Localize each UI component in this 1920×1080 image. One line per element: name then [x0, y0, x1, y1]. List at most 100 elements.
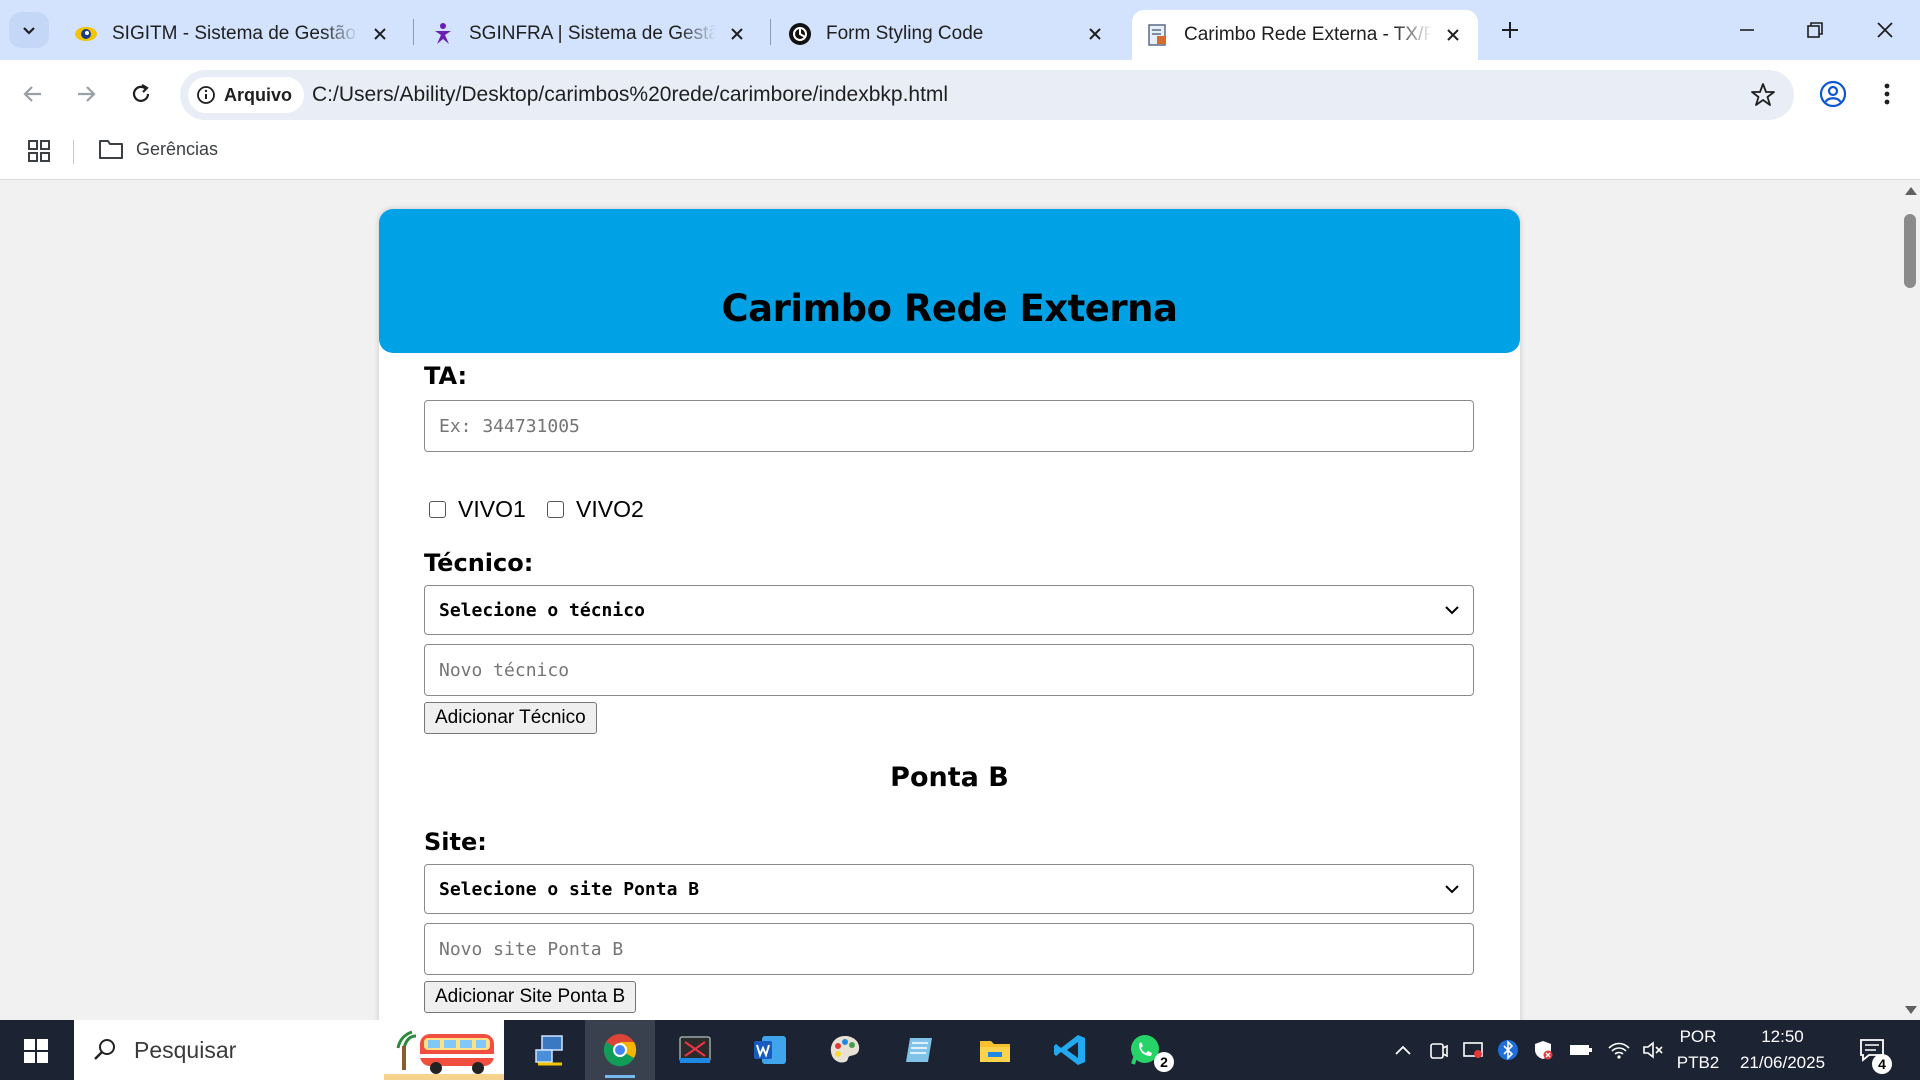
profile-button[interactable]: [1813, 74, 1853, 114]
novo-site-input[interactable]: Novo site Ponta B: [424, 923, 1474, 975]
vivo2-checkbox[interactable]: VIVO2: [547, 496, 644, 523]
browser-toolbar: Arquivo C:/Users/Ability/Desktop/carimbo…: [0, 60, 1920, 128]
taskbar-app-chrome[interactable]: [585, 1020, 655, 1080]
taskbar-app-notepad[interactable]: [885, 1020, 955, 1080]
kebab-menu-icon: [1884, 83, 1890, 105]
vscode-icon: [1054, 1035, 1085, 1065]
search-icon: [92, 1037, 118, 1063]
new-tab-button[interactable]: [1494, 14, 1526, 46]
forward-button[interactable]: [66, 74, 106, 114]
bookmark-label: Gerências: [136, 138, 219, 159]
tab-sginfra[interactable]: SGINFRA | Sistema de Gestão de Infra: [417, 10, 762, 58]
menu-button[interactable]: [1867, 74, 1907, 114]
bookmark-folder-gerencias[interactable]: Gerências: [98, 138, 218, 160]
reload-icon: [132, 84, 150, 102]
tecnico-select[interactable]: Selecione o técnico: [424, 585, 1474, 635]
checkbox-box[interactable]: [547, 501, 564, 518]
volume-muted-icon[interactable]: [1641, 1038, 1665, 1062]
close-tab-icon[interactable]: [1084, 23, 1106, 45]
plus-icon: [1502, 22, 1518, 38]
taskbar-app-whatsapp[interactable]: 2: [1110, 1020, 1180, 1080]
bluetooth-icon[interactable]: [1496, 1038, 1520, 1062]
clock-time: 12:50: [1761, 1027, 1804, 1046]
tab-sigitm[interactable]: SIGITM - Sistema de Gestão Integrado: [60, 10, 405, 58]
apps-grid-icon[interactable]: [26, 138, 52, 164]
summer-van-illustration-icon: [384, 1020, 504, 1080]
add-tecnico-button[interactable]: Adicionar Técnico: [424, 702, 597, 734]
clock[interactable]: 12:50 21/06/2025: [1730, 1024, 1835, 1076]
start-button[interactable]: [12, 1032, 60, 1070]
bookmarks-bar: Gerências: [0, 128, 1920, 180]
taskbar-app-paint[interactable]: [810, 1020, 880, 1080]
tab-separator: [413, 19, 414, 45]
reload-button[interactable]: [121, 74, 161, 114]
novo-site-placeholder: Novo site Ponta B: [439, 938, 624, 960]
scroll-thumb[interactable]: [1904, 214, 1916, 288]
close-tab-icon[interactable]: [369, 23, 391, 45]
site-select-value: Selecione o site Ponta B: [439, 878, 700, 900]
restore-icon: [1807, 22, 1823, 38]
taskbar-app-explorer[interactable]: [960, 1020, 1030, 1080]
tecnico-label: Técnico:: [424, 549, 534, 577]
meet-now-icon[interactable]: [1426, 1038, 1450, 1062]
show-hidden-icons-chevron-icon[interactable]: [1391, 1038, 1415, 1062]
chrome-icon: [603, 1034, 637, 1067]
paint-icon: [830, 1036, 860, 1063]
close-tab-icon[interactable]: [726, 23, 748, 45]
ta-input[interactable]: Ex: 344731005: [424, 400, 1474, 452]
back-button[interactable]: [13, 74, 53, 114]
scroll-up-arrow-icon[interactable]: [1905, 187, 1917, 195]
tab-strip: SIGITM - Sistema de Gestão Integrado SGI…: [0, 0, 1920, 60]
tab-carimbo-active[interactable]: Carimbo Rede Externa - TX/RX Rede: [1132, 10, 1478, 60]
taskbar: Pesquisar 2 POR PTB2 12:50 21/06/2025 4: [0, 1020, 1920, 1080]
whatsapp-badge: 2: [1154, 1052, 1174, 1072]
url-text[interactable]: C:/Users/Ability/Desktop/carimbos%20rede…: [312, 83, 948, 107]
form-card: Carimbo Rede Externa TA: Ex: 344731005 V…: [379, 209, 1520, 1020]
site-label: Site:: [424, 828, 487, 856]
site-info-chip[interactable]: Arquivo: [188, 77, 305, 113]
scroll-down-arrow-icon[interactable]: [1905, 1006, 1917, 1014]
language-indicator[interactable]: POR PTB2: [1668, 1024, 1728, 1076]
page-viewport: Carimbo Rede Externa TA: Ex: 344731005 V…: [0, 181, 1900, 1020]
add-site-button[interactable]: Adicionar Site Ponta B: [424, 981, 637, 1013]
info-icon: [196, 85, 216, 105]
tecnico-select-value: Selecione o técnico: [439, 599, 645, 621]
purple-figure-icon: [431, 22, 455, 46]
checkbox-box[interactable]: [429, 501, 446, 518]
tab-search-button[interactable]: [9, 12, 49, 48]
chevron-down-icon: [1445, 884, 1459, 894]
tab-title: SGINFRA | Sistema de Gestão de Infra: [469, 23, 716, 44]
address-bar[interactable]: Arquivo C:/Users/Ability/Desktop/carimbo…: [180, 70, 1794, 120]
taskbar-search[interactable]: Pesquisar: [74, 1020, 504, 1080]
chevron-down-icon: [1445, 605, 1459, 615]
ta-label: TA:: [424, 362, 468, 390]
close-tab-icon[interactable]: [1442, 24, 1464, 46]
minimize-button[interactable]: [1717, 10, 1777, 50]
novo-tecnico-input[interactable]: Novo técnico: [424, 644, 1474, 696]
restore-button[interactable]: [1785, 10, 1845, 50]
folder-icon: [98, 138, 124, 160]
taskbar-app-snipping[interactable]: [660, 1020, 730, 1080]
form-header: Carimbo Rede Externa: [379, 209, 1520, 353]
wifi-icon[interactable]: [1607, 1038, 1631, 1062]
security-shield-icon[interactable]: [1531, 1038, 1555, 1062]
taskbar-app-word[interactable]: [735, 1020, 805, 1080]
windows-logo-icon: [24, 1039, 48, 1063]
close-window-button[interactable]: [1855, 10, 1915, 50]
remote-desktop-icon[interactable]: [1461, 1038, 1485, 1062]
tab-title: Form Styling Code: [826, 23, 984, 44]
arrow-right-icon: [78, 86, 96, 102]
taskbar-app-network[interactable]: [515, 1020, 585, 1080]
battery-icon[interactable]: [1569, 1038, 1593, 1062]
eye-globe-icon: [74, 22, 98, 46]
snipping-tool-icon: [679, 1036, 711, 1063]
minimize-icon: [1740, 29, 1754, 31]
tab-form-styling[interactable]: Form Styling Code: [774, 10, 1120, 58]
site-ponta-b-select[interactable]: Selecione o site Ponta B: [424, 864, 1474, 914]
taskbar-app-vscode[interactable]: [1035, 1020, 1105, 1080]
page-scrollbar[interactable]: [1900, 181, 1920, 1020]
bookmarks-separator: [73, 140, 74, 164]
vivo1-checkbox[interactable]: VIVO1: [429, 496, 526, 523]
bookmark-star-icon[interactable]: [1750, 82, 1776, 108]
file-explorer-icon: [980, 1041, 1010, 1062]
